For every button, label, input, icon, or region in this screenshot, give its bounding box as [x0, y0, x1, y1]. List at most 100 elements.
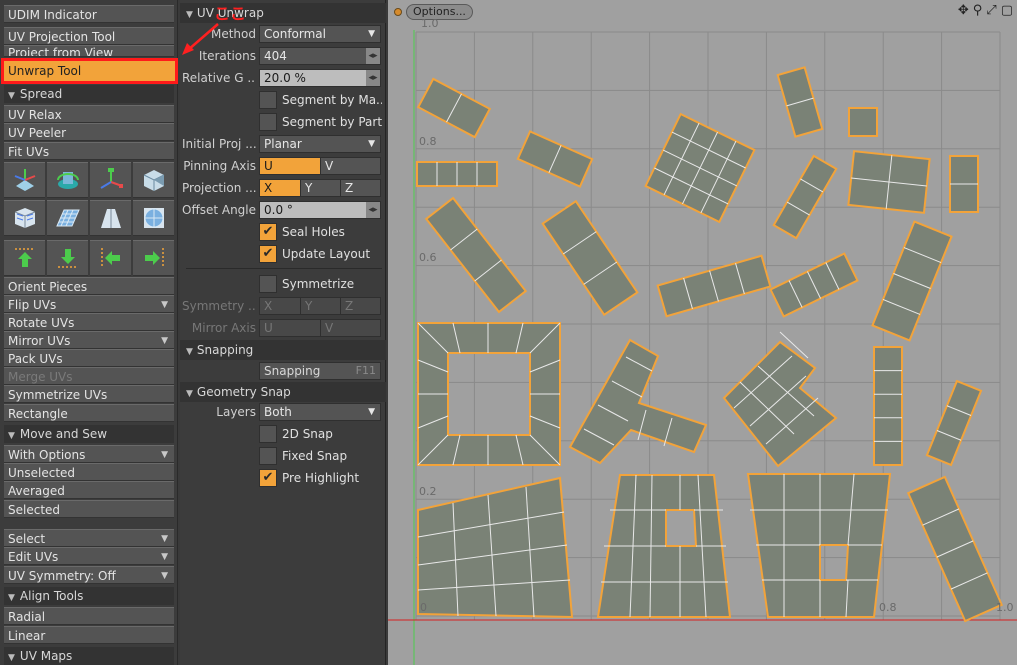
- uv-tool-item[interactable]: Symmetrize UVs: [4, 385, 174, 403]
- pinning-u-option[interactable]: U: [260, 158, 320, 174]
- snapping-hotkey: F11: [355, 364, 376, 377]
- uv-island[interactable]: [656, 254, 772, 318]
- unwrap-tool-button[interactable]: Unwrap Tool: [1, 58, 178, 84]
- uv-viewport[interactable]: Options... ✥ ⚲ ⤢ ▢ 1.0 0.8 0.6 0.2 0 0.8…: [388, 0, 1017, 665]
- sphere-projection-icon[interactable]: [133, 200, 174, 236]
- linear-align-button[interactable]: Linear: [4, 626, 174, 644]
- uv-island[interactable]: [417, 322, 561, 466]
- align-right-icon[interactable]: [133, 240, 174, 276]
- spinner-arrows-icon[interactable]: ◂▸: [366, 202, 380, 218]
- pan-icon[interactable]: ✥: [958, 3, 969, 18]
- uv-island[interactable]: [541, 199, 639, 317]
- perspective-plane-icon[interactable]: [90, 200, 131, 236]
- uv-island[interactable]: [871, 220, 953, 342]
- fit-uvs-button[interactable]: Fit UVs: [4, 142, 174, 160]
- uv-island[interactable]: [949, 155, 979, 213]
- uv-tool-item[interactable]: Mirror UVs ▼: [4, 331, 174, 349]
- uv-tool-item[interactable]: Orient Pieces: [4, 277, 174, 295]
- geometry-snap-section-header[interactable]: ▼ Geometry Snap: [180, 382, 386, 402]
- uv-island-shape: [424, 196, 528, 314]
- snapping-toggle-button[interactable]: Snapping F11: [259, 362, 381, 380]
- move-sew-item[interactable]: Selected: [4, 500, 174, 518]
- snapping-section-header[interactable]: ▼ Snapping: [180, 340, 386, 360]
- rotate-tool-icon[interactable]: [47, 162, 88, 198]
- seal-holes-row: ✔ Seal Holes: [180, 222, 386, 242]
- uv-island[interactable]: [847, 150, 931, 214]
- align-tools-section-header[interactable]: ▼ Align Tools: [4, 587, 174, 605]
- uv-island[interactable]: [644, 112, 756, 224]
- symmetrize-checkbox[interactable]: [259, 275, 277, 293]
- uv-island[interactable]: [772, 154, 838, 240]
- selection-mode-item[interactable]: Select ▼: [4, 529, 174, 547]
- projection-z-option[interactable]: Z: [340, 180, 380, 196]
- udim-indicator-button[interactable]: UDIM Indicator: [4, 5, 174, 23]
- offset-angle-field[interactable]: 0.0 ° ◂▸: [259, 201, 381, 219]
- scale-tool-icon[interactable]: [90, 162, 131, 198]
- update-layout-checkbox[interactable]: ✔: [259, 245, 277, 263]
- uv-island[interactable]: [906, 475, 1004, 623]
- maximize-icon[interactable]: ▢: [1001, 3, 1013, 18]
- offset-angle-value: 0.0 °: [264, 203, 293, 217]
- uv-island[interactable]: [424, 196, 528, 314]
- method-dropdown[interactable]: Conformal ▼: [259, 25, 381, 43]
- uv-maps-section-header[interactable]: ▼ UV Maps: [4, 647, 174, 665]
- radial-align-button[interactable]: Radial: [4, 607, 174, 625]
- uv-canvas[interactable]: [388, 0, 1017, 665]
- move-sew-item[interactable]: Averaged: [4, 481, 174, 499]
- snap-2d-checkbox[interactable]: [259, 425, 277, 443]
- uv-projection-tool-button[interactable]: UV Projection Tool: [4, 27, 174, 45]
- segment-part-checkbox[interactable]: [259, 113, 277, 131]
- planar-grid-icon[interactable]: [47, 200, 88, 236]
- uv-tool-item[interactable]: Rotate UVs: [4, 313, 174, 331]
- uv-relax-button[interactable]: UV Relax: [4, 105, 174, 123]
- seal-holes-label: Seal Holes: [282, 225, 345, 239]
- viewport-options-button[interactable]: Options...: [406, 4, 473, 20]
- align-left-icon[interactable]: [90, 240, 131, 276]
- uv-island[interactable]: [568, 338, 708, 465]
- selection-mode-item[interactable]: UV Symmetry: Off ▼: [4, 566, 174, 584]
- project-from-view-button[interactable]: Project from View: [4, 45, 174, 57]
- update-layout-row: ✔ Update Layout: [180, 244, 386, 264]
- uv-island[interactable]: [776, 66, 824, 138]
- relative-gain-field[interactable]: 20.0 % ◂▸: [259, 69, 381, 87]
- uv-tool-item[interactable]: Flip UVs ▼: [4, 295, 174, 313]
- move-tool-icon[interactable]: [4, 162, 45, 198]
- uv-peeler-button[interactable]: UV Peeler: [4, 123, 174, 141]
- uv-island[interactable]: [596, 474, 732, 618]
- cube-projection-icon[interactable]: [4, 200, 45, 236]
- fit-view-icon[interactable]: ⤢: [986, 3, 996, 18]
- layers-dropdown[interactable]: Both ▼: [259, 403, 381, 421]
- spread-section-header[interactable]: ▼ Spread: [4, 85, 174, 103]
- spinner-arrows-icon[interactable]: ◂▸: [366, 70, 380, 86]
- move-sew-item[interactable]: Unselected: [4, 463, 174, 481]
- move-sew-item[interactable]: With Options ▼: [4, 445, 174, 463]
- projection-x-option[interactable]: X: [260, 180, 300, 196]
- move-sew-section-header[interactable]: ▼ Move and Sew: [4, 425, 174, 443]
- pre-highlight-checkbox[interactable]: ✔: [259, 469, 277, 487]
- projection-y-option[interactable]: Y: [300, 180, 340, 196]
- uv-island[interactable]: [848, 107, 878, 137]
- seal-holes-checkbox[interactable]: ✔: [259, 223, 277, 241]
- zoom-icon[interactable]: ⚲: [973, 3, 983, 18]
- initial-projection-dropdown[interactable]: Planar ▼: [259, 135, 381, 153]
- uv-tool-item[interactable]: Rectangle: [4, 404, 174, 422]
- fixed-snap-checkbox[interactable]: [259, 447, 277, 465]
- uv-island[interactable]: [769, 252, 859, 318]
- spinner-arrows-icon[interactable]: ◂▸: [366, 48, 380, 64]
- uv-island[interactable]: [416, 77, 492, 139]
- uv-island[interactable]: [416, 161, 498, 187]
- uv-tool-item[interactable]: Pack UVs: [4, 349, 174, 367]
- uv-island[interactable]: [925, 379, 983, 467]
- uv-island[interactable]: [746, 473, 892, 618]
- chevron-down-icon: ▼: [161, 571, 168, 581]
- align-bottom-icon[interactable]: [47, 240, 88, 276]
- segment-material-checkbox[interactable]: [259, 91, 277, 109]
- uv-island[interactable]: [873, 346, 903, 466]
- uv-island[interactable]: [516, 130, 594, 188]
- selection-mode-item[interactable]: Edit UVs ▼: [4, 547, 174, 565]
- uv-island[interactable]: [722, 331, 838, 468]
- box-transform-icon[interactable]: [133, 162, 174, 198]
- iterations-field[interactable]: 404 ◂▸: [259, 47, 381, 65]
- pinning-v-option[interactable]: V: [320, 158, 380, 174]
- align-top-icon[interactable]: [4, 240, 45, 276]
